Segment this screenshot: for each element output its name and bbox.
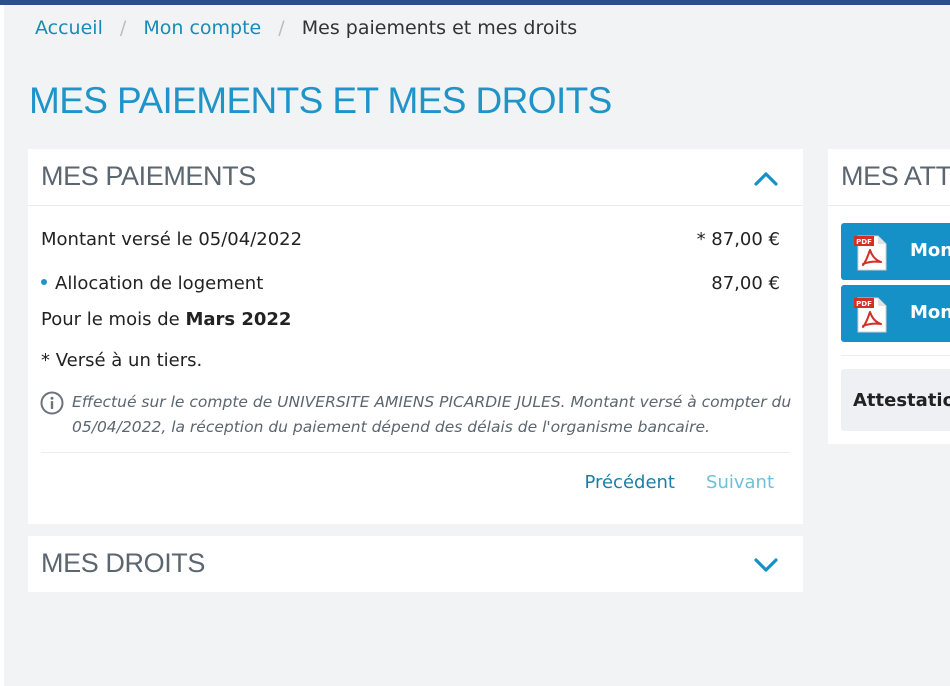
info-icon xyxy=(40,391,64,415)
attestations-card-header: MES ATTESTATIONS xyxy=(828,149,950,206)
payments-card: MES PAIEMENTS Montant versé le 05/04/202… xyxy=(28,149,803,524)
rights-card-header[interactable]: MES DROITS xyxy=(28,536,803,592)
attestation-document-label: Mon xyxy=(910,240,950,261)
divider xyxy=(41,452,790,453)
info-text: Effectué sur le compte de UNIVERSITE AMI… xyxy=(72,393,792,436)
allowance-row: Allocation de logement 87,00 € xyxy=(41,273,780,294)
attestations-card: MES ATTESTATIONS PDF Mon PDF Mon Attesta… xyxy=(828,149,950,444)
pdf-icon-text: PDF xyxy=(856,238,872,246)
breadcrumb-separator: / xyxy=(278,17,285,39)
pdf-icon: PDF xyxy=(854,235,887,271)
page-title: MES PAIEMENTS ET MES DROITS xyxy=(29,80,612,121)
breadcrumb-separator: / xyxy=(119,17,127,39)
attestations-card-title: MES ATTESTATIONS xyxy=(841,161,950,191)
rights-card-title: MES DROITS xyxy=(41,548,206,578)
chevron-down-icon[interactable] xyxy=(753,556,779,574)
month-line: Pour le mois de Mars 2022 xyxy=(41,309,291,330)
month-prefix: Pour le mois de xyxy=(41,309,180,330)
third-party-note: * Versé à un tiers. xyxy=(41,350,203,371)
attestation-link-label: Attestation xyxy=(853,390,950,411)
divider xyxy=(841,355,950,356)
attestation-document-label: Mon xyxy=(910,302,950,323)
breadcrumb-current: Mes paiements et mes droits xyxy=(301,17,578,39)
rights-card: MES DROITS xyxy=(28,536,803,592)
allowance-item: Allocation de logement xyxy=(41,273,263,294)
pdf-icon: PDF xyxy=(854,297,887,333)
payments-card-title: MES PAIEMENTS xyxy=(41,161,256,191)
paid-amount-row: Montant versé le 05/04/2022 * 87,00 € xyxy=(41,229,780,250)
bullet-icon xyxy=(41,279,47,285)
pdf-icon-text: PDF xyxy=(856,300,872,308)
top-accent-bar xyxy=(0,0,950,5)
left-edge xyxy=(0,5,4,686)
chevron-up-icon[interactable] xyxy=(753,169,779,187)
attestation-link[interactable]: Attestation xyxy=(841,369,950,431)
paid-amount-value: * 87,00 € xyxy=(696,229,780,250)
breadcrumb-account-link[interactable]: Mon compte xyxy=(143,17,261,39)
attestation-document-button[interactable]: PDF Mon xyxy=(841,285,950,342)
month-value: Mars 2022 xyxy=(185,309,292,330)
attestation-document-button[interactable]: PDF Mon xyxy=(841,223,950,280)
allowance-label: Allocation de logement xyxy=(55,273,264,294)
breadcrumb-home-link[interactable]: Accueil xyxy=(35,17,103,39)
next-button[interactable]: Suivant xyxy=(706,472,774,493)
breadcrumb: Accueil / Mon compte / Mes paiements et … xyxy=(35,17,577,39)
payments-card-header[interactable]: MES PAIEMENTS xyxy=(28,149,803,206)
allowance-amount: 87,00 € xyxy=(711,273,780,294)
paid-date-label: Montant versé le 05/04/2022 xyxy=(41,229,303,250)
previous-button[interactable]: Précédent xyxy=(584,472,675,493)
